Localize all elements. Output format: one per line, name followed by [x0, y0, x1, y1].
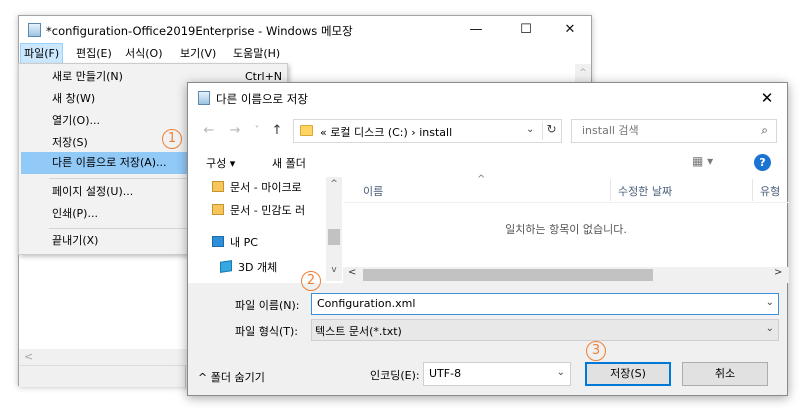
- sort-indicator-icon: ^: [477, 174, 486, 185]
- refresh-icon[interactable]: ↻: [542, 122, 560, 140]
- search-icon[interactable]: ⌕: [761, 123, 768, 138]
- organize-button[interactable]: 구성 ▾: [206, 155, 235, 171]
- menu-format[interactable]: 서식(O): [122, 44, 165, 64]
- forward-arrow-icon[interactable]: →: [226, 122, 244, 140]
- menu-item-label: 새 창(W): [52, 92, 96, 105]
- dialog-title-bar[interactable]: 다른 이름으로 저장 ✕: [188, 83, 787, 113]
- column-header-type[interactable]: 유형: [760, 183, 780, 199]
- dialog-close-button[interactable]: ✕: [747, 83, 787, 113]
- step-marker-3: 3: [586, 341, 606, 361]
- filetype-value: 텍스트 문서(*.txt): [315, 325, 402, 338]
- search-box[interactable]: ⌕: [571, 119, 777, 143]
- menu-item-label: 페이지 설정(U)...: [52, 185, 134, 198]
- column-separator[interactable]: [752, 179, 753, 201]
- menu-item-label: 다른 이름으로 저장(A)...: [52, 156, 167, 169]
- file-list-horizontal-scrollbar[interactable]: < >: [188, 267, 789, 283]
- up-arrow-icon[interactable]: ↑: [268, 122, 286, 140]
- step-marker-2: 2: [301, 271, 321, 291]
- file-form-area: 파일 이름(N): ⌄ 파일 형식(T): 텍스트 문서(*.txt) ⌄: [188, 283, 787, 345]
- recent-locations-icon[interactable]: ˅: [248, 122, 266, 140]
- search-input[interactable]: [580, 123, 740, 138]
- dialog-bottom-bar: ^ 폴더 숨기기 인코딩(E): UTF-8 ⌄ 저장(S) 취소: [188, 345, 787, 395]
- dialog-toolbar: 구성 ▾ 새 폴더 ▦ ▾ ?: [188, 149, 787, 177]
- nav-item-label: 문서 - 마이크로: [230, 181, 302, 194]
- column-header-modified[interactable]: 수정한 날짜: [618, 183, 672, 199]
- menu-bar: 파일(F) 편집(E) 서식(O) 보기(V) 도움말(H): [19, 43, 591, 65]
- close-button[interactable]: ✕: [547, 16, 593, 44]
- notepad-title-bar[interactable]: *configuration-Office2019Enterprise - Wi…: [19, 16, 591, 44]
- menu-item-label: 끝내기(X): [52, 234, 99, 247]
- nav-item-documents-microsoft[interactable]: 문서 - 마이크로: [212, 177, 302, 199]
- filetype-label: 파일 형식(T):: [235, 325, 298, 338]
- column-separator[interactable]: [610, 179, 611, 201]
- address-bar[interactable]: « 로컬 디스크 (C:) › install ⌄ ↻: [293, 119, 562, 143]
- scroll-thumb[interactable]: [363, 269, 653, 281]
- breadcrumb: « 로컬 디스크 (C:) › install: [320, 124, 452, 140]
- menu-file[interactable]: 파일(F): [19, 43, 64, 65]
- nav-item-label: 문서 - 민감도 러: [230, 204, 306, 217]
- minimize-button[interactable]: —: [453, 16, 499, 44]
- column-header-name[interactable]: 이름: [363, 183, 383, 199]
- save-as-dialog: 다른 이름으로 저장 ✕ ← → ˅ ↑ « 로컬 디스크 (C:) › ins…: [187, 82, 789, 396]
- hide-folders-button[interactable]: ^ 폴더 숨기기: [198, 369, 265, 385]
- new-folder-button[interactable]: 새 폴더: [272, 155, 306, 171]
- encoding-select[interactable]: UTF-8 ⌄: [423, 362, 571, 386]
- scroll-up-arrow-icon[interactable]: ^: [326, 179, 342, 189]
- menu-item-label: 인쇄(P)...: [52, 207, 98, 220]
- breadcrumb-separator: ›: [411, 126, 416, 139]
- menu-item-label: 열기(O)...: [52, 114, 100, 127]
- documents-icon: [212, 181, 224, 192]
- breadcrumb-item-install[interactable]: install: [419, 126, 452, 139]
- scroll-left-arrow-icon[interactable]: <: [24, 350, 33, 363]
- nav-item-label: 내 PC: [230, 236, 258, 249]
- chevron-down-icon[interactable]: ⌄: [766, 297, 774, 308]
- folder-icon: [300, 125, 313, 136]
- empty-message: 일치하는 항목이 없습니다.: [505, 223, 627, 236]
- step-marker-1: 1: [162, 129, 182, 149]
- back-arrow-icon[interactable]: ←: [200, 122, 218, 140]
- file-list-header: 이름 ^ 수정한 날짜 유형: [343, 174, 789, 203]
- notepad-app-icon: [28, 23, 41, 37]
- menu-item-label: 새로 만들기(N): [52, 70, 123, 83]
- filename-combo[interactable]: ⌄: [311, 293, 779, 315]
- notepad-window-title: *configuration-Office2019Enterprise - Wi…: [46, 24, 353, 38]
- view-options-icon[interactable]: ▦ ▾: [692, 154, 713, 168]
- address-dropdown-icon[interactable]: ⌄: [526, 124, 534, 135]
- maximize-button[interactable]: ☐: [503, 16, 549, 44]
- help-icon[interactable]: ?: [754, 154, 771, 171]
- dialog-title: 다른 이름으로 저장: [216, 92, 308, 106]
- breadcrumb-overflow[interactable]: «: [320, 126, 327, 139]
- filename-label: 파일 이름(N):: [235, 299, 300, 312]
- filetype-select[interactable]: 텍스트 문서(*.txt) ⌄: [311, 319, 779, 341]
- nav-item-this-pc[interactable]: 내 PC: [212, 232, 258, 254]
- encoding-value: UTF-8: [429, 367, 462, 380]
- nav-pane-scrollbar[interactable]: ^ v: [326, 177, 342, 281]
- file-list: 이름 ^ 수정한 날짜 유형 일치하는 항목이 없습니다.: [343, 174, 789, 281]
- dialog-app-icon: [198, 91, 210, 105]
- menu-item-label: 저장(S): [52, 136, 88, 149]
- nav-item-documents-sensitivity[interactable]: 문서 - 민감도 러: [212, 200, 305, 222]
- menu-view[interactable]: 보기(V): [177, 44, 219, 64]
- pc-icon: [212, 236, 224, 247]
- breadcrumb-item-local-disk[interactable]: 로컬 디스크 (C:): [330, 126, 408, 139]
- filename-input[interactable]: [315, 296, 755, 311]
- menu-help[interactable]: 도움말(H): [230, 44, 283, 64]
- cancel-button[interactable]: 취소: [682, 362, 768, 386]
- chevron-down-icon[interactable]: ⌄: [557, 367, 565, 378]
- encoding-label: 인코딩(E):: [370, 369, 420, 382]
- scroll-right-arrow-icon[interactable]: >: [774, 267, 782, 278]
- menu-edit[interactable]: 편집(E): [73, 44, 115, 64]
- navigation-pane: 문서 - 마이크로 문서 - 민감도 러 내 PC 3D 개체 ^ v: [188, 177, 342, 281]
- scroll-left-arrow-icon[interactable]: <: [348, 267, 356, 278]
- chevron-down-icon[interactable]: ⌄: [766, 323, 774, 334]
- scroll-thumb[interactable]: [328, 229, 340, 245]
- scroll-up-arrow-icon[interactable]: ^: [575, 68, 591, 78]
- documents-icon: [212, 204, 224, 215]
- save-button[interactable]: 저장(S): [585, 362, 671, 386]
